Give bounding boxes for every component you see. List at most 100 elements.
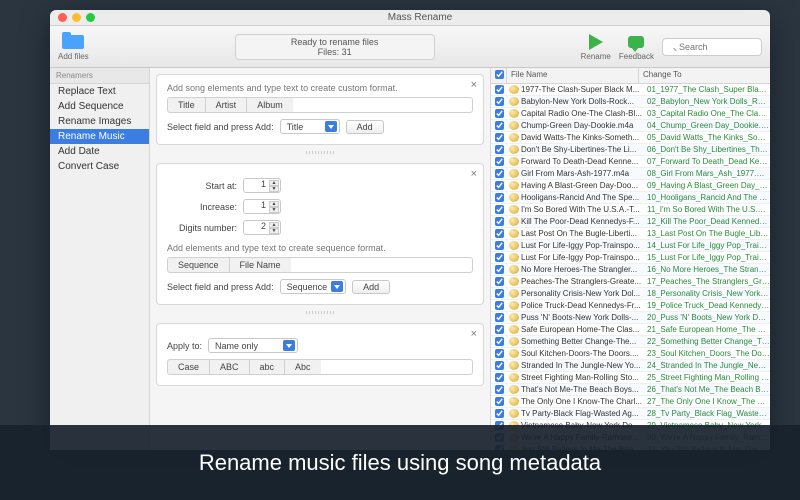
row-checkbox[interactable] (491, 109, 507, 118)
file-change-to: 14_Lust For Life_Iggy Pop_Trainspotting.… (647, 241, 770, 250)
row-checkbox[interactable] (491, 133, 507, 142)
table-row[interactable]: Peaches-The Stranglers-Greate...17_Peach… (491, 276, 770, 288)
close-icon[interactable]: × (471, 328, 477, 340)
row-checkbox[interactable] (491, 121, 507, 130)
table-row[interactable]: Forward To Death-Dead Kenne...07_Forward… (491, 156, 770, 168)
row-checkbox[interactable] (491, 169, 507, 178)
table-row[interactable]: Police Truck-Dead Kennedys-Fr...19_Polic… (491, 300, 770, 312)
table-row[interactable]: Street Fighting Man-Rolling Sto...25_Str… (491, 372, 770, 384)
table-row[interactable]: Kill The Poor-Dead Kennedys-F...12_Kill … (491, 216, 770, 228)
file-change-to: 10_Hooligans_Rancid And The Specials_Unk… (647, 193, 770, 202)
sidebar-item-add-sequence[interactable]: Add Sequence (50, 99, 149, 114)
row-checkbox[interactable] (491, 157, 507, 166)
row-checkbox[interactable] (491, 313, 507, 322)
table-row[interactable]: Soul Kitchen-Doors-The Doors....23_Soul … (491, 348, 770, 360)
drag-handle-icon[interactable] (156, 149, 484, 155)
seg-case[interactable]: Case (168, 360, 210, 374)
feedback-button[interactable]: Feedback (619, 33, 654, 61)
table-row[interactable]: Something Better Change-The...22_Somethi… (491, 336, 770, 348)
seq-field-select[interactable]: Sequence (280, 279, 347, 294)
row-checkbox[interactable] (491, 229, 507, 238)
seg-upper[interactable]: ABC (210, 360, 250, 374)
rename-button[interactable]: Rename (581, 33, 611, 61)
table-row[interactable]: Last Post On The Bugle-Liberti...13_Last… (491, 228, 770, 240)
sidebar-item-rename-images[interactable]: Rename Images (50, 114, 149, 129)
seq-add-button[interactable]: Add (352, 280, 390, 294)
music-add-button[interactable]: Add (346, 120, 384, 134)
table-row[interactable]: Having A Blast-Green Day-Doo...09_Having… (491, 180, 770, 192)
col-check[interactable] (491, 68, 507, 83)
seq-segments[interactable]: Sequence File Name (167, 257, 473, 273)
close-icon[interactable]: × (471, 79, 477, 91)
seg-filename[interactable]: File Name (230, 258, 291, 272)
start-stepper[interactable]: 1▲▼ (243, 178, 281, 193)
row-checkbox[interactable] (491, 265, 507, 274)
row-checkbox[interactable] (491, 337, 507, 346)
table-row[interactable]: Don't Be Shy-Libertines-The Li...06_Don'… (491, 144, 770, 156)
zoom-window-icon[interactable] (86, 13, 95, 22)
row-checkbox[interactable] (491, 277, 507, 286)
row-checkbox[interactable] (491, 97, 507, 106)
drag-handle-icon[interactable] (156, 309, 484, 315)
search-input[interactable] (662, 38, 762, 56)
row-checkbox[interactable] (491, 181, 507, 190)
row-checkbox[interactable] (491, 373, 507, 382)
sidebar-item-convert-case[interactable]: Convert Case (50, 159, 149, 174)
table-row[interactable]: Stranded In The Jungle-New Yo...24_Stran… (491, 360, 770, 372)
music-segments[interactable]: Title Artist Album (167, 97, 473, 113)
sidebar-item-rename-music[interactable]: Rename Music (50, 129, 149, 144)
table-row[interactable]: No More Heroes-The Strangler...16_No Mor… (491, 264, 770, 276)
row-checkbox[interactable] (491, 217, 507, 226)
row-checkbox[interactable] (491, 85, 507, 94)
seg-lower[interactable]: abc (250, 360, 286, 374)
sidebar-item-replace-text[interactable]: Replace Text (50, 84, 149, 99)
digits-stepper[interactable]: 2▲▼ (243, 220, 281, 235)
table-row[interactable]: Babylon-New York Dolls-Rock...02_Babylon… (491, 96, 770, 108)
row-checkbox[interactable] (491, 349, 507, 358)
table-row[interactable]: Personality Crisis-New York Dol...18_Per… (491, 288, 770, 300)
row-checkbox[interactable] (491, 289, 507, 298)
col-changeto[interactable]: Change To (639, 68, 770, 83)
table-row[interactable]: Safe European Home-The Clas...21_Safe Eu… (491, 324, 770, 336)
seg-sequence[interactable]: Sequence (168, 258, 230, 272)
increase-stepper[interactable]: 1▲▼ (243, 199, 281, 214)
case-segments[interactable]: Case ABC abc Abc (167, 359, 473, 375)
row-checkbox[interactable] (491, 145, 507, 154)
table-row[interactable]: Girl From Mars-Ash-1977.m4a08_Girl From … (491, 168, 770, 180)
row-checkbox[interactable] (491, 193, 507, 202)
table-row[interactable]: 1977-The Clash-Super Black M...01_1977_T… (491, 84, 770, 96)
apply-to-select[interactable]: Name only (208, 338, 298, 353)
table-row[interactable]: Capital Radio One-The Clash-Bl...03_Capi… (491, 108, 770, 120)
table-row[interactable]: Hooligans-Rancid And The Spe...10_Hoolig… (491, 192, 770, 204)
row-checkbox[interactable] (491, 397, 507, 406)
table-row[interactable]: The Only One I Know-The Charl...27_The O… (491, 396, 770, 408)
table-row[interactable]: Lust For Life-Iggy Pop-Trainspo...14_Lus… (491, 240, 770, 252)
music-field-select[interactable]: Title (280, 119, 340, 134)
table-row[interactable]: I'm So Bored With The U.S.A.-T...11_I'm … (491, 204, 770, 216)
table-row[interactable]: Chump-Green Day-Dookie.m4a04_Chump_Green… (491, 120, 770, 132)
file-rows[interactable]: 1977-The Clash-Super Black M...01_1977_T… (491, 84, 770, 450)
table-row[interactable]: Puss 'N' Boots-New York Dolls-...20_Puss… (491, 312, 770, 324)
row-checkbox[interactable] (491, 409, 507, 418)
minimize-window-icon[interactable] (72, 13, 81, 22)
add-files-button[interactable]: Add files (58, 33, 89, 61)
table-row[interactable]: That's Not Me-The Beach Boys...26_That's… (491, 384, 770, 396)
row-checkbox[interactable] (491, 253, 507, 262)
sidebar-item-add-date[interactable]: Add Date (50, 144, 149, 159)
row-checkbox[interactable] (491, 301, 507, 310)
row-checkbox[interactable] (491, 205, 507, 214)
seg-title[interactable]: Title (168, 98, 206, 112)
row-checkbox[interactable] (491, 241, 507, 250)
table-row[interactable]: Tv Party-Black Flag-Wasted Ag...28_Tv Pa… (491, 408, 770, 420)
seg-title[interactable]: Abc (285, 360, 321, 374)
seg-album[interactable]: Album (247, 98, 293, 112)
table-row[interactable]: Lust For Life-Iggy Pop-Trainspo...15_Lus… (491, 252, 770, 264)
close-window-icon[interactable] (58, 13, 67, 22)
row-checkbox[interactable] (491, 361, 507, 370)
col-filename[interactable]: File Name (507, 68, 639, 83)
close-icon[interactable]: × (471, 168, 477, 180)
table-row[interactable]: David Watts-The Kinks-Someth...05_David … (491, 132, 770, 144)
seg-artist[interactable]: Artist (206, 98, 248, 112)
row-checkbox[interactable] (491, 325, 507, 334)
row-checkbox[interactable] (491, 385, 507, 394)
